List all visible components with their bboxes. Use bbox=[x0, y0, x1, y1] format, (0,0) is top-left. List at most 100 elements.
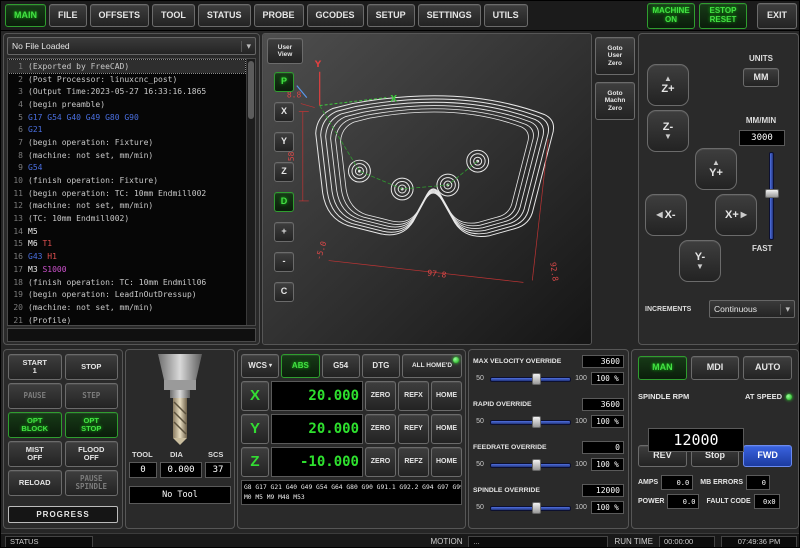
goto-user-zero-button[interactable]: Goto User Zero bbox=[595, 37, 635, 75]
mdi-input[interactable] bbox=[7, 328, 256, 342]
gcode-line[interactable]: 8(machine: not set, mm/min) bbox=[8, 149, 245, 162]
flood-button[interactable]: FLOOD OFF bbox=[65, 441, 119, 467]
all-homed-button[interactable]: ALL HOME'D bbox=[402, 354, 462, 378]
g54-button[interactable]: G54 bbox=[322, 354, 360, 378]
mist-button[interactable]: MIST OFF bbox=[8, 441, 62, 467]
slider-handle[interactable] bbox=[532, 502, 541, 514]
ref-z-button[interactable]: REFZ bbox=[398, 447, 429, 477]
cycle-pause-button[interactable]: PAUSE bbox=[8, 383, 62, 409]
gcode-line[interactable]: 18(finish operation: TC: 10mm Endmill06 bbox=[8, 276, 245, 289]
zero-x-button[interactable]: ZERO bbox=[365, 381, 396, 411]
abs-button[interactable]: ABS bbox=[281, 354, 319, 378]
gcode-line[interactable]: 4(begin preamble) bbox=[8, 98, 245, 111]
tab-file[interactable]: FILE bbox=[49, 4, 87, 27]
preview-canvas[interactable]: 8.8 58.8 -5.0 97.8 92.8 X Y Z User View … bbox=[262, 33, 592, 345]
wcs-button[interactable]: WCS▾ bbox=[241, 354, 279, 378]
gcode-line[interactable]: 10(finish operation: Fixture) bbox=[8, 174, 245, 187]
mode-auto-button[interactable]: AUTO bbox=[743, 356, 792, 380]
gcode-line[interactable]: 15M6 T1 bbox=[8, 238, 245, 251]
slider-handle[interactable] bbox=[532, 459, 541, 471]
axis-y-button[interactable]: Y bbox=[241, 414, 269, 444]
jog-x-plus-button[interactable]: X+ ▶ bbox=[715, 194, 757, 236]
jog-y-minus-button[interactable]: Y- ▼ bbox=[679, 240, 721, 282]
tab-setup[interactable]: SETUP bbox=[367, 4, 415, 27]
max-velocity-slider[interactable] bbox=[490, 373, 571, 385]
spindle-fwd-button[interactable]: FWD bbox=[743, 445, 792, 467]
jog-y-plus-button[interactable]: ▲ Y+ bbox=[695, 148, 737, 190]
gcode-line[interactable]: 17M3 S1000 bbox=[8, 263, 245, 276]
tab-settings[interactable]: SETTINGS bbox=[418, 4, 481, 27]
file-combo[interactable]: No File Loaded ▾ bbox=[7, 37, 256, 55]
estop-reset-button[interactable]: ESTOP RESET bbox=[699, 3, 747, 29]
cycle-stop-button[interactable]: STOP bbox=[65, 354, 119, 380]
gcode-line[interactable]: 19(begin operation: LeadInOutDressup) bbox=[8, 288, 245, 301]
view-p-button[interactable]: P bbox=[274, 72, 294, 92]
slider-handle[interactable] bbox=[532, 416, 541, 428]
gcode-line[interactable]: 21(Profile) bbox=[8, 314, 245, 326]
pause-spindle-button[interactable]: PAUSE SPINDLE bbox=[65, 470, 119, 496]
home-z-button[interactable]: HOME bbox=[431, 447, 462, 477]
gcode-line[interactable]: 14M5 bbox=[8, 225, 245, 238]
gcode-segment: (begin preamble) bbox=[28, 100, 105, 109]
optional-stop-button[interactable]: OPT STOP bbox=[65, 412, 119, 438]
cycle-start-button[interactable]: START 1 bbox=[8, 354, 62, 380]
view-d-button[interactable]: D bbox=[274, 192, 294, 212]
gcode-line[interactable]: 3(Output Time:2023-05-27 16:33:16.1865 bbox=[8, 85, 245, 98]
jog-rate-slider[interactable] bbox=[765, 152, 779, 240]
home-y-button[interactable]: HOME bbox=[431, 414, 462, 444]
slider-handle[interactable] bbox=[765, 189, 779, 198]
zero-z-button[interactable]: ZERO bbox=[365, 447, 396, 477]
rapid-slider[interactable] bbox=[490, 416, 571, 428]
jog-z-plus-button[interactable]: ▲ Z+ bbox=[647, 64, 689, 106]
slider-handle[interactable] bbox=[532, 373, 541, 385]
gcode-line[interactable]: 5G17 G54 G40 G49 G80 G90 bbox=[8, 111, 245, 124]
optional-block-button[interactable]: OPT BLOCK bbox=[8, 412, 62, 438]
tab-status[interactable]: STATUS bbox=[198, 4, 251, 27]
dtg-button[interactable]: DTG bbox=[362, 354, 400, 378]
mode-mdi-button[interactable]: MDI bbox=[691, 356, 740, 380]
tab-probe[interactable]: PROBE bbox=[254, 4, 304, 27]
reload-button[interactable]: RELOAD bbox=[8, 470, 62, 496]
gcode-line[interactable]: 1(Exported by FreeCAD) bbox=[8, 60, 245, 73]
gcode-line[interactable]: 6G21 bbox=[8, 123, 245, 136]
machine-on-button[interactable]: MACHINE ON bbox=[647, 3, 695, 29]
cycle-step-button[interactable]: STEP bbox=[65, 383, 119, 409]
zoom-in-button[interactable]: + bbox=[274, 222, 294, 242]
ref-x-button[interactable]: REFX bbox=[398, 381, 429, 411]
gcode-line[interactable]: 12(machine: not set, mm/min) bbox=[8, 200, 245, 213]
zero-y-button[interactable]: ZERO bbox=[365, 414, 396, 444]
zoom-out-button[interactable]: - bbox=[274, 252, 294, 272]
view-x-button[interactable]: X bbox=[274, 102, 294, 122]
tab-gcodes[interactable]: GCODES bbox=[307, 4, 364, 27]
axis-z-button[interactable]: Z bbox=[241, 447, 269, 477]
view-z-button[interactable]: Z bbox=[274, 162, 294, 182]
feedrate-slider[interactable] bbox=[490, 459, 571, 471]
home-x-button[interactable]: HOME bbox=[431, 381, 462, 411]
jog-x-minus-button[interactable]: ◀ X- bbox=[645, 194, 687, 236]
gcode-line[interactable]: 11(begin operation: TC: 10mm Endmill002 bbox=[8, 187, 245, 200]
scrollbar-thumb[interactable] bbox=[248, 61, 254, 119]
goto-machine-zero-button[interactable]: Goto Machn Zero bbox=[595, 82, 635, 120]
gcode-line[interactable]: 9G54 bbox=[8, 162, 245, 175]
axis-x-button[interactable]: X bbox=[241, 381, 269, 411]
clear-view-button[interactable]: C bbox=[274, 282, 294, 302]
gcode-line[interactable]: 2(Post Processor: linuxcnc_post) bbox=[8, 73, 245, 86]
spindle-override-slider[interactable] bbox=[490, 502, 571, 514]
units-mm-button[interactable]: MM bbox=[743, 68, 779, 87]
mode-man-button[interactable]: MAN bbox=[638, 356, 687, 380]
user-view-button[interactable]: User View bbox=[267, 38, 303, 64]
gcode-line[interactable]: 13(TC: 10mm Endmill002) bbox=[8, 212, 245, 225]
tab-main[interactable]: MAIN bbox=[5, 4, 46, 27]
tab-offsets[interactable]: OFFSETS bbox=[90, 4, 150, 27]
ref-y-button[interactable]: REFY bbox=[398, 414, 429, 444]
gcode-line[interactable]: 7(begin operation: Fixture) bbox=[8, 136, 245, 149]
gcode-line[interactable]: 20(machine: not set, mm/min) bbox=[8, 301, 245, 314]
gcode-scrollbar[interactable] bbox=[246, 59, 255, 325]
view-y-button[interactable]: Y bbox=[274, 132, 294, 152]
tab-utils[interactable]: UTILS bbox=[484, 4, 528, 27]
increments-combo[interactable]: Continuous ▾ bbox=[709, 300, 795, 318]
tab-tool[interactable]: TOOL bbox=[152, 4, 195, 27]
gcode-line[interactable]: 16G43 H1 bbox=[8, 250, 245, 263]
jog-z-minus-button[interactable]: Z- ▼ bbox=[647, 110, 689, 152]
exit-button[interactable]: EXIT bbox=[757, 3, 797, 29]
